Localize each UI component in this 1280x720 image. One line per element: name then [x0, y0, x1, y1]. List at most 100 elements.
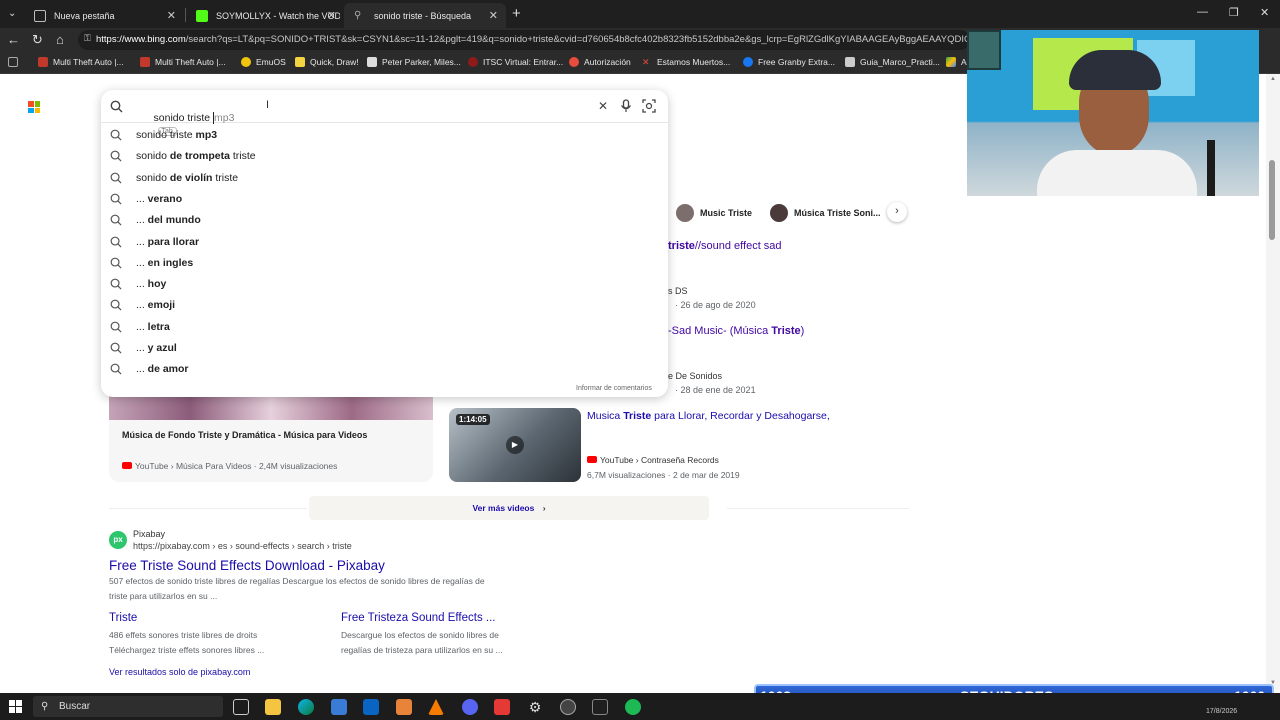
terminal-icon[interactable]	[592, 699, 608, 715]
result-title[interactable]: Free Triste Sound Effects Download - Pix…	[109, 558, 385, 573]
scrollbar-thumb[interactable]	[1269, 160, 1275, 240]
vlc-icon[interactable]	[428, 699, 444, 715]
chips-next-button[interactable]: ›	[887, 202, 907, 222]
bookmark-toggle-icon[interactable]	[8, 57, 23, 67]
suggestion-item[interactable]: sonido de violín triste	[101, 168, 668, 189]
bookmark-item[interactable]: Quick, Draw!	[295, 57, 359, 67]
suggestion-item[interactable]: ... emoji	[101, 295, 668, 316]
divider	[727, 508, 909, 509]
search-icon	[110, 257, 122, 269]
taskbar-date: 17/8/2026	[1206, 708, 1238, 715]
youtube-icon	[587, 456, 597, 463]
video-thumbnail[interactable]: 1:14:05 ▶	[449, 408, 581, 482]
address-bar[interactable]: https://www.bing.com/search?qs=LT&pq=SON…	[78, 30, 970, 50]
outlook-icon[interactable]	[363, 699, 379, 715]
bookmark-item[interactable]: Peter Parker, Miles...	[367, 57, 461, 67]
more-videos-button[interactable]: Ver más videos ›	[309, 496, 709, 520]
suggestion-item[interactable]: ... y azul	[101, 338, 668, 359]
search-icon	[110, 321, 122, 333]
video-title[interactable]: -Sad Music- (Música Triste)	[668, 325, 804, 337]
suggestion-item[interactable]: ... en ingles	[101, 253, 668, 274]
video-chip[interactable]: Music Triste	[676, 202, 752, 224]
home-icon[interactable]: ⌂	[56, 32, 64, 47]
site-only-link[interactable]: Ver resultados solo de pixabay.com	[109, 667, 250, 677]
itsc-icon	[468, 57, 478, 67]
webcam-overlay	[967, 30, 1259, 196]
suggestion-item[interactable]: sonido de trompeta triste	[101, 146, 668, 167]
divider	[109, 508, 307, 509]
youtube-icon	[122, 462, 132, 469]
video-title[interactable]: triste//sound effect sad	[668, 240, 782, 252]
suggestion-item[interactable]: ... verano	[101, 189, 668, 210]
minimize-icon[interactable]: —	[1197, 6, 1208, 18]
app-icon[interactable]	[494, 699, 510, 715]
spotify-icon[interactable]	[625, 699, 641, 715]
store-icon[interactable]	[331, 699, 347, 715]
drive-icon	[946, 57, 956, 67]
start-icon[interactable]	[9, 700, 22, 713]
typed-text: sonido triste	[153, 112, 214, 124]
microsoft-logo[interactable]	[28, 101, 40, 113]
bookmark-item[interactable]: Autorización	[569, 57, 631, 67]
suggestion-item[interactable]: ... hoy	[101, 274, 668, 295]
tab-title: Nueva pestaña	[54, 10, 115, 21]
url-host: https://www.bing.com	[96, 34, 186, 45]
close-icon[interactable]: ✕	[167, 9, 176, 22]
app-icon[interactable]	[396, 699, 412, 715]
microphone-icon[interactable]	[620, 99, 632, 113]
bookmark-item[interactable]: Guia_Marco_Practi...	[845, 57, 940, 67]
clear-icon[interactable]: ✕	[598, 99, 608, 113]
bookmark-item[interactable]: Free Granby Extra...	[743, 57, 835, 67]
lock-icon: ⚿	[84, 33, 91, 43]
suggestion-item[interactable]: ... de amor	[101, 359, 668, 380]
suggestion-item[interactable]: ... para llorar	[101, 232, 668, 253]
thumbnail-icon	[676, 204, 694, 222]
close-icon[interactable]: ✕	[327, 9, 336, 22]
close-window-icon[interactable]: ✕	[1260, 6, 1269, 19]
close-icon[interactable]: ✕	[489, 9, 498, 22]
search-box[interactable]: sonido triste mp3 Tab I ✕	[101, 90, 668, 136]
video-card[interactable]: Música de Fondo Triste y Dramática - Mús…	[109, 394, 433, 482]
bookmark-item[interactable]: EmuOS	[241, 57, 286, 67]
maximize-icon[interactable]: ❐	[1229, 6, 1239, 19]
suggestion-item[interactable]: ... letra	[101, 317, 668, 338]
video-chip[interactable]: Música Triste Soni...	[770, 202, 881, 224]
bookmark-item[interactable]: Multi Theft Auto |...	[38, 57, 124, 67]
visual-search-icon[interactable]	[642, 99, 656, 113]
back-icon[interactable]: ←	[7, 32, 20, 47]
bookmark-item[interactable]: A	[946, 57, 967, 67]
feedback-link[interactable]: Informar de comentarios	[576, 385, 652, 392]
sublink-title[interactable]: Free Tristeza Sound Effects ...	[341, 612, 495, 624]
taskbar-search[interactable]: ⚲ Buscar	[33, 696, 223, 717]
suggestion-item[interactable]: ... del mundo	[101, 210, 668, 231]
reload-icon[interactable]: ↻	[32, 32, 43, 48]
tab-kick[interactable]: SOYMOLLYX - Watch the VOD on ✕	[186, 3, 344, 28]
scroll-up-icon[interactable]: ▲	[1270, 76, 1276, 82]
settings-icon[interactable]: ⚙	[527, 699, 543, 715]
result-snippet: triste para utilizarlos en su ...	[109, 591, 218, 601]
file-explorer-icon[interactable]	[265, 699, 281, 715]
suggestion-text: ... para llorar	[136, 235, 200, 248]
sublink-title[interactable]: Triste	[109, 612, 137, 624]
video-source: YouTube › Contraseña Records	[587, 455, 719, 465]
tab-title: SOYMOLLYX - Watch the VOD on	[216, 10, 340, 21]
search-icon	[110, 129, 122, 141]
tab-bing-search[interactable]: ⚲ sonido triste - Búsqueda ✕	[344, 3, 506, 28]
suggestion-text: ... verano	[136, 192, 183, 205]
suggestion-text: ... y azul	[136, 342, 177, 354]
video-title[interactable]: Musica Triste para Llorar, Recordar y De…	[587, 410, 830, 422]
new-tab-button[interactable]: +	[512, 5, 521, 22]
breadcrumb: https://pixabay.com › es › sound-effects…	[133, 541, 352, 551]
bookmark-item[interactable]: ✕ Estamos Muertos...	[642, 57, 730, 67]
edge-icon[interactable]	[298, 699, 314, 715]
suggestion-item[interactable]: sonido triste mp3	[101, 125, 668, 146]
task-view-icon[interactable]	[233, 699, 249, 715]
search-icon	[110, 278, 122, 290]
discord-icon[interactable]	[462, 699, 478, 715]
tab-new-tab[interactable]: Nueva pestaña ✕	[24, 3, 184, 28]
tab-list-chevron-icon[interactable]: ⌄	[8, 8, 16, 19]
app-icon[interactable]	[560, 699, 576, 715]
suggestion-text: ... del mundo	[136, 214, 201, 227]
bookmark-item[interactable]: Multi Theft Auto |...	[140, 57, 226, 67]
bookmark-item[interactable]: ITSC Virtual: Entrar...	[468, 57, 563, 67]
